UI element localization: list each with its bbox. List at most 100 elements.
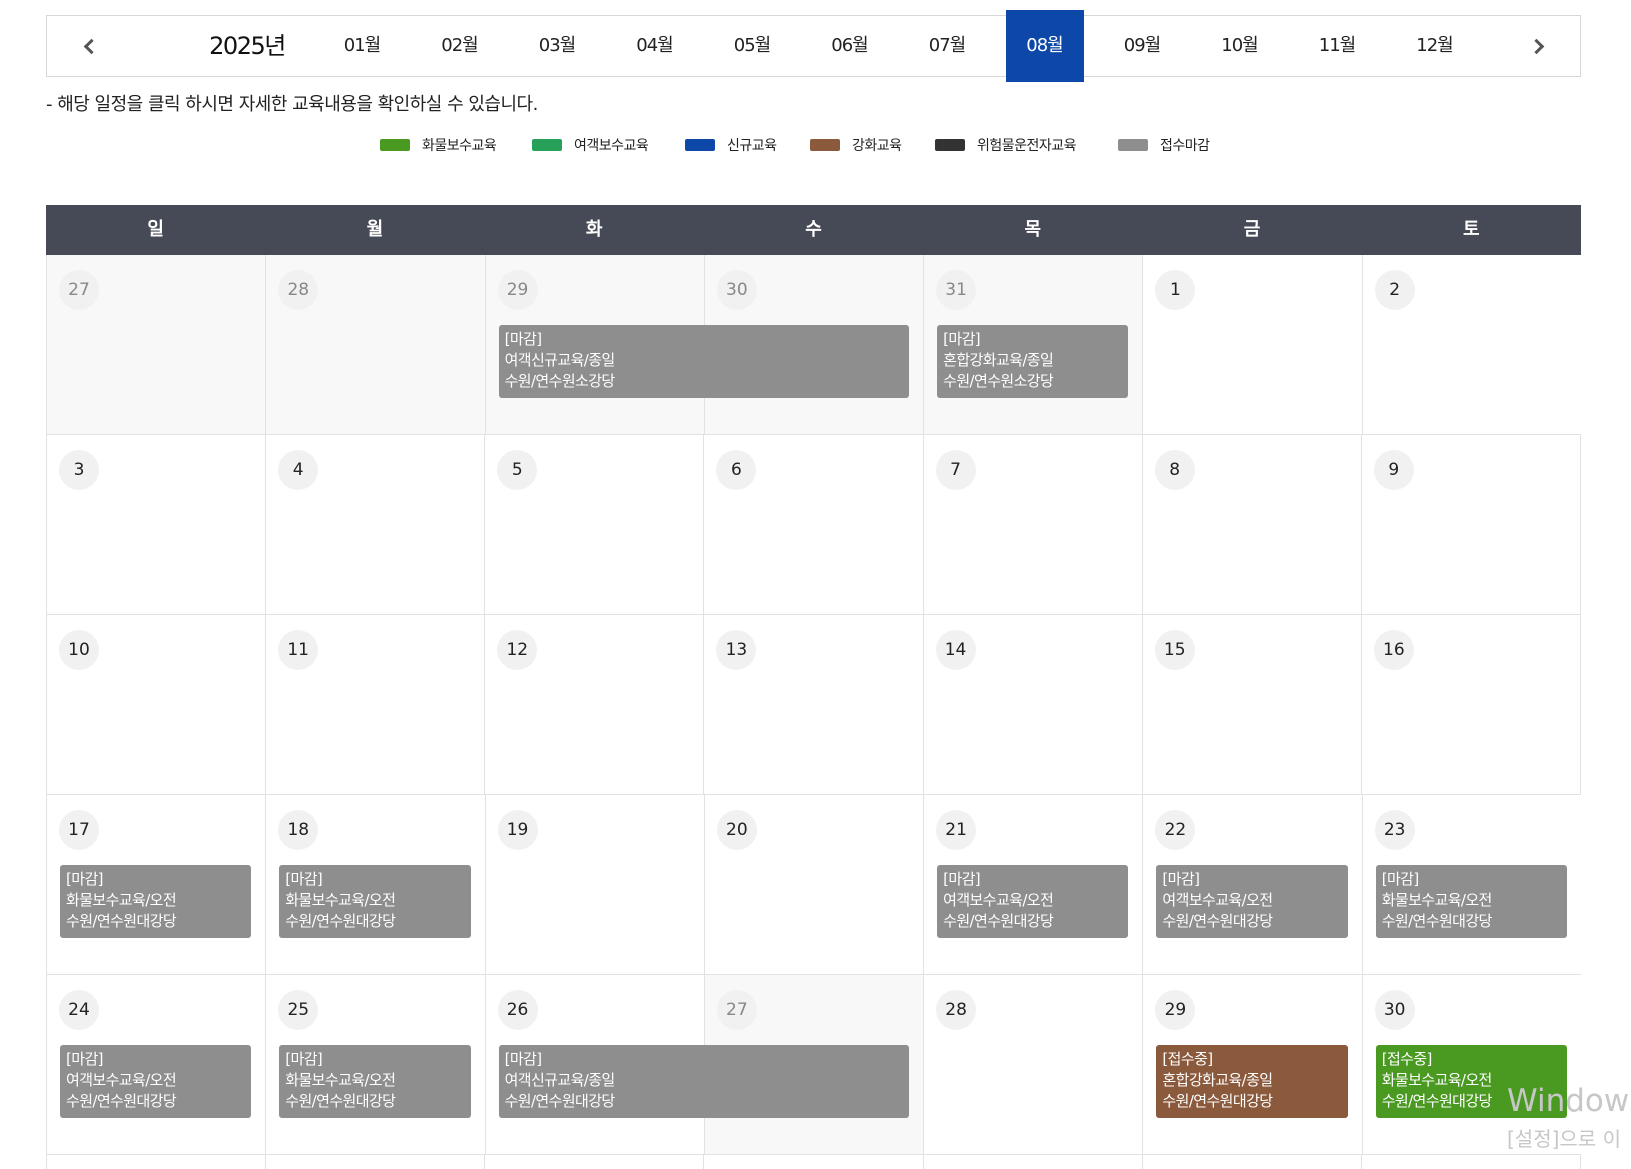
day-number: 26 [497, 990, 538, 1030]
event-status: [마감] [66, 870, 104, 888]
legend-label: 접수마감 [1160, 138, 1210, 154]
day-cell[interactable]: 19 [484, 795, 704, 974]
week-row: 10 11 12 13 14 15 16 [46, 615, 1581, 795]
month-tab-2[interactable]: 02월 [421, 16, 499, 76]
day-number: 15 [1154, 630, 1195, 670]
schedule-event[interactable]: [마감] 여객보수교육/오전 수원/연수원대강당 [937, 865, 1129, 938]
schedule-event[interactable]: [마감] 여객보수교육/오전 수원/연수원대강당 [60, 1045, 252, 1118]
day-cell[interactable]: 15 [1141, 615, 1361, 794]
legend-item: 여객보수교육 [532, 132, 649, 158]
day-number: 1 [1155, 270, 1196, 310]
day-number: 28 [278, 270, 319, 310]
day-number: 5 [497, 450, 538, 490]
month-tab-9[interactable]: 09월 [1103, 16, 1181, 76]
schedule-event[interactable]: [마감] 여객보수교육/오전 수원/연수원대강당 [1156, 865, 1348, 938]
next-year-button[interactable] [1508, 16, 1568, 76]
legend-item: 신규교육 [685, 132, 777, 158]
event-status: [마감] [943, 870, 981, 888]
schedule-event[interactable]: [마감] 혼합강화교육/종일 수원/연수원소강당 [937, 325, 1129, 398]
calendar: 일월화수목금토 27 28 29 30 31 1 2 [마감] 여객신규교육/종일 수원/연수원소… [46, 205, 1581, 1169]
year-label: 2025년 [209, 32, 286, 60]
day-number: 22 [1155, 810, 1196, 850]
day-cell[interactable]: 3 [46, 435, 266, 614]
day-cell[interactable]: 20 [703, 795, 924, 974]
month-tab-1[interactable]: 01월 [323, 16, 401, 76]
day-cell[interactable]: 5 [484, 435, 704, 614]
day-cell[interactable]: 14 [922, 615, 1142, 794]
notice-text: - 해당 일정을 클릭 하시면 자세한 교육내용을 확인하실 수 있습니다. [46, 94, 538, 115]
day-cell[interactable]: 8 [1141, 435, 1361, 614]
day-number: 24 [59, 990, 99, 1030]
legend-swatch [1118, 139, 1148, 151]
legend-label: 위험물운전자교육 [977, 138, 1077, 154]
day-number: 7 [935, 450, 976, 490]
day-cell[interactable]: 12 [484, 615, 704, 794]
legend-item: 위험물운전자교육 [935, 132, 1077, 158]
legend-label: 강화교육 [852, 138, 902, 154]
day-cell[interactable]: 6 [703, 435, 923, 614]
legend: 화물보수교육 여객보수교육 신규교육 강화교육 위험물운전자교육 접수마감 [0, 132, 1631, 158]
month-tab-7[interactable]: 07월 [908, 16, 986, 76]
event-place: 수원/연수원대강당 [504, 1092, 616, 1110]
event-title: 화물보수교육/오전 [285, 1071, 396, 1089]
month-tab-3[interactable]: 03월 [518, 16, 596, 76]
event-status: [마감] [285, 1050, 323, 1068]
event-place: 수원/연수원소강당 [943, 372, 1054, 390]
weekday-label: 화 [585, 219, 603, 240]
day-cell[interactable]: 9 [1360, 435, 1581, 614]
month-tab-10[interactable]: 10월 [1201, 16, 1279, 76]
event-place: 수원/연수원대강당 [285, 1092, 396, 1110]
event-title: 여객신규교육/종일 [504, 1071, 616, 1089]
week-row: 17 18 19 20 21 22 23 [마감] 화물보수교육/오전 수원/연수원대강당 [마감]… [46, 795, 1581, 975]
day-number: 25 [278, 990, 319, 1030]
event-status: [접수중] [1162, 1050, 1213, 1068]
weekday-label: 월 [366, 219, 384, 240]
weekday-header: 일월화수목금토 [46, 205, 1581, 255]
day-cell[interactable]: 11 [265, 615, 485, 794]
day-number: 30 [1374, 990, 1415, 1030]
day-cell [484, 1155, 704, 1169]
month-tab-6[interactable]: 06월 [811, 16, 889, 76]
month-tab-4[interactable]: 04월 [616, 16, 694, 76]
month-tab-11[interactable]: 11월 [1298, 16, 1376, 76]
windows-activation-watermark-sub: [설정]으로 이 [1507, 1127, 1621, 1151]
day-cell[interactable]: 2 [1361, 255, 1581, 434]
schedule-event[interactable]: [마감] 화물보수교육/오전 수원/연수원대강당 [1375, 865, 1567, 938]
day-number: 12 [497, 630, 538, 670]
schedule-event[interactable]: [접수중] 혼합강화교육/종일 수원/연수원대강당 [1156, 1045, 1348, 1118]
event-title: 화물보수교육/오전 [1381, 891, 1493, 909]
day-cell [1360, 1155, 1581, 1169]
event-status: [마감] [285, 870, 323, 888]
day-cell[interactable]: 28 [923, 975, 1143, 1154]
chevron-left-icon [83, 38, 99, 54]
schedule-event[interactable]: [마감] 화물보수교육/오전 수원/연수원대강당 [279, 865, 471, 938]
day-cell[interactable]: 4 [265, 435, 485, 614]
day-cell[interactable]: 27 [46, 255, 266, 434]
schedule-event[interactable]: [마감] 화물보수교육/오전 수원/연수원대강당 [60, 865, 252, 938]
day-cell [1141, 1155, 1361, 1169]
schedule-event[interactable]: [마감] 여객신규교육/종일수원/연수원대강당 [498, 1045, 910, 1118]
day-number: 28 [936, 990, 977, 1030]
event-status: [마감] [1162, 870, 1200, 888]
day-cell[interactable]: 28 [265, 255, 485, 434]
day-cell[interactable]: 7 [922, 435, 1142, 614]
month-tab-5[interactable]: 05월 [713, 16, 791, 76]
month-tab-12[interactable]: 12월 [1396, 16, 1474, 76]
legend-swatch [685, 139, 715, 151]
schedule-event[interactable]: [마감] 화물보수교육/오전수원/연수원대강당 [279, 1045, 471, 1118]
day-number: 17 [59, 810, 99, 850]
day-number: 21 [936, 810, 977, 850]
event-status: [마감] [504, 1050, 543, 1068]
day-cell[interactable]: 10 [46, 615, 266, 794]
day-cell[interactable]: 16 [1360, 615, 1581, 794]
schedule-event[interactable]: [마감] 여객신규교육/종일 수원/연수원소강당 [498, 325, 910, 398]
event-place: 수원/연수원소강당 [504, 372, 616, 390]
month-tab-8[interactable]: 08월 [1005, 10, 1084, 82]
month-navigation: 2025년 01월 02월 03월 04월 05월 06월 07월 08월 09월 10월 11월 1… [46, 10, 1581, 82]
event-status: [마감] [1381, 870, 1420, 888]
prev-year-button[interactable] [59, 16, 119, 76]
day-number: 2 [1374, 270, 1415, 310]
day-cell[interactable]: 13 [703, 615, 923, 794]
day-cell[interactable]: 1 [1142, 255, 1362, 434]
day-number: 6 [716, 450, 757, 490]
